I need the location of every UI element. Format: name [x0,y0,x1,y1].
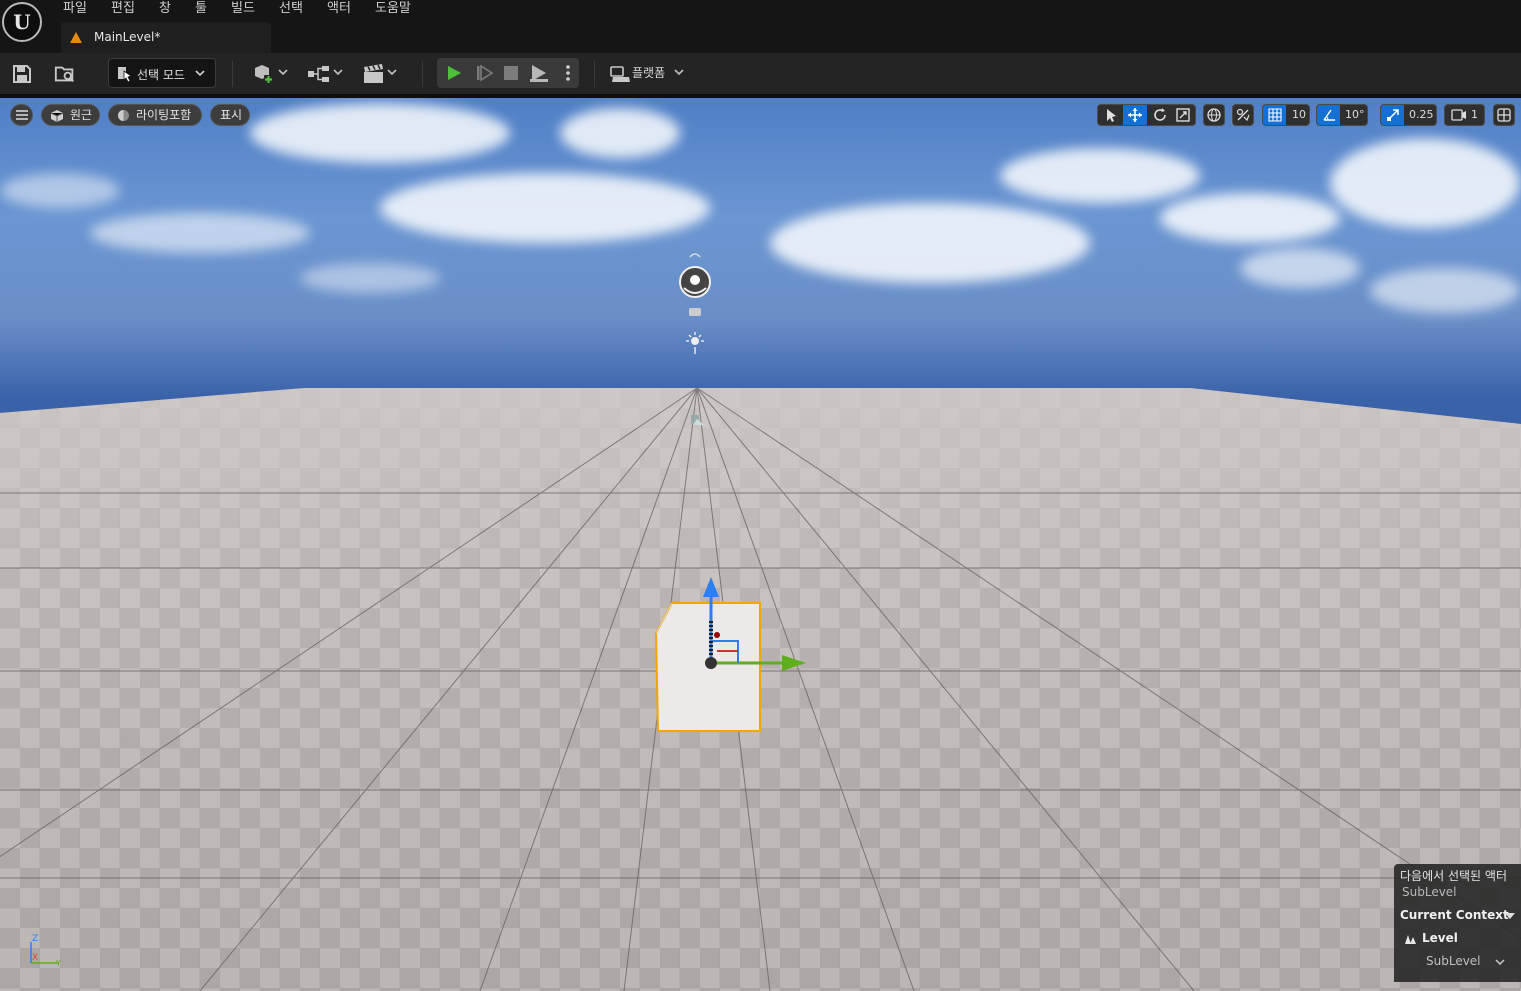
scale-snap-group[interactable]: 0.25 [1380,104,1437,126]
axis-x-label: X [32,953,38,963]
more-options-icon[interactable] [562,64,574,82]
axis-y-label: Y [55,959,61,968]
current-context-panel: 다음에서 선택된 액터 SubLevel Current Context Lev… [1394,864,1521,982]
menu-file[interactable]: 파일 [63,0,87,18]
camera-speed-value: 1 [1471,108,1478,121]
grid-snap-value: 10 [1292,108,1306,121]
grid-snap-group[interactable]: 10 [1262,104,1310,126]
surface-snapping-button[interactable] [1232,104,1254,126]
platform-gamepad-icon[interactable] [609,64,631,84]
play-icon[interactable] [445,64,463,82]
content-browser-icon[interactable] [54,63,76,85]
platform-label[interactable]: 플랫폼 [632,64,665,81]
coordinate-space-button[interactable] [1203,104,1225,126]
scale-snap-value: 0.25 [1409,108,1434,121]
show-label: 표시 [220,108,243,122]
selected-from-label: 다음에서 선택된 액터 [1400,869,1507,883]
cinematics-clapper-icon[interactable] [362,63,386,85]
level-icon [70,32,82,43]
scale-tool-icon[interactable] [1176,108,1190,122]
scale-arrow-icon [1387,109,1399,121]
angle-icon [1323,109,1335,121]
menu-tools[interactable]: 툴 [195,0,207,18]
menu-build[interactable]: 빌드 [231,0,255,18]
player-start-icon[interactable] [689,413,705,427]
chevron-down-icon[interactable] [278,69,288,77]
cursor-mode-icon [118,67,132,82]
transform-tools-group [1097,104,1196,126]
show-dropdown[interactable]: 표시 [210,104,250,126]
sky-atmosphere-actor-icons[interactable] [678,248,712,358]
unreal-logo-icon[interactable]: U [2,2,42,42]
chevron-down-icon [1495,959,1505,966]
eject-possess-icon[interactable] [529,63,549,83]
toolbar-separator [594,61,595,87]
rotate-tool-icon[interactable] [1153,108,1167,122]
sublevel-value: SubLevel [1426,954,1481,968]
lighting-dropdown[interactable]: 라이팅포함 [108,104,202,126]
add-actor-icon[interactable] [251,62,275,86]
menu-window[interactable]: 창 [159,0,171,18]
selection-mode-label: 선택 모드 [137,68,185,82]
menu-actor[interactable]: 액터 [327,0,351,18]
play-controls [437,58,579,88]
toolbar-separator [232,61,233,87]
title-menu-bar: U 파일 편집 창 툴 빌드 선택 액터 도움말 MainLevel* [0,0,1521,53]
lighting-label: 라이팅포함 [136,108,192,122]
current-context-dropdown[interactable]: Current Context [1394,904,1521,926]
blueprint-icon[interactable] [307,63,331,85]
menu-edit[interactable]: 편집 [111,0,135,18]
level-tab[interactable]: MainLevel* [61,22,271,53]
perspective-label: 원근 [70,108,93,122]
chevron-down-icon[interactable] [387,69,397,77]
advance-frame-icon[interactable] [475,64,493,82]
grid-icon [1268,108,1282,122]
lit-mode-sphere-icon [118,110,129,121]
perspective-cube-icon [50,110,64,122]
menu-help[interactable]: 도움말 [375,0,411,18]
translate-tool-button[interactable] [1123,105,1147,125]
scale-snap-toggle[interactable] [1381,105,1404,125]
axis-z-label: Z [32,934,38,944]
rotation-snap-toggle[interactable] [1317,105,1340,125]
main-toolbar: 선택 모드 플랫폼 [0,53,1521,98]
caret-down-icon [1505,913,1515,919]
level-icon [1405,935,1416,944]
select-tool-icon[interactable] [1104,108,1118,122]
translate-arrows-icon [1128,108,1142,122]
layout-grid-icon [1497,108,1511,122]
camera-icon [1451,109,1466,121]
menu-select[interactable]: 선택 [279,0,303,18]
selected-cube-actor[interactable] [650,573,820,738]
surface-snap-icon [1236,108,1250,122]
axis-indicator: Z X Y [30,934,61,968]
selected-from-value: SubLevel [1402,885,1457,899]
viewport-options-button[interactable] [10,104,33,126]
level-tab-label: MainLevel* [94,30,161,44]
camera-speed-button[interactable]: 1 [1444,104,1485,126]
current-context-label: Current Context [1400,908,1509,922]
perspective-dropdown[interactable]: 원근 [41,104,100,126]
chevron-down-icon[interactable] [674,69,684,77]
selection-mode-dropdown[interactable]: 선택 모드 [108,58,216,88]
chevron-down-icon [195,70,205,77]
toolbar-separator [422,61,423,87]
level-label: Level [1422,931,1458,945]
save-icon[interactable] [11,63,33,85]
stop-icon[interactable] [503,65,519,81]
world-globe-icon [1207,108,1221,122]
rotation-snap-group[interactable]: 10° [1316,104,1368,126]
sublevel-dropdown[interactable]: SubLevel [1394,951,1521,973]
viewport-layout-button[interactable] [1493,104,1515,126]
rotation-snap-value: 10° [1345,108,1365,121]
grid-snap-toggle[interactable] [1263,105,1286,125]
level-viewport[interactable]: 원근 라이팅포함 표시 10 10° 0.25 1 Z X Y 다음에서 선택된… [0,98,1521,991]
hamburger-menu-icon [16,110,28,120]
chevron-down-icon[interactable] [333,69,343,77]
